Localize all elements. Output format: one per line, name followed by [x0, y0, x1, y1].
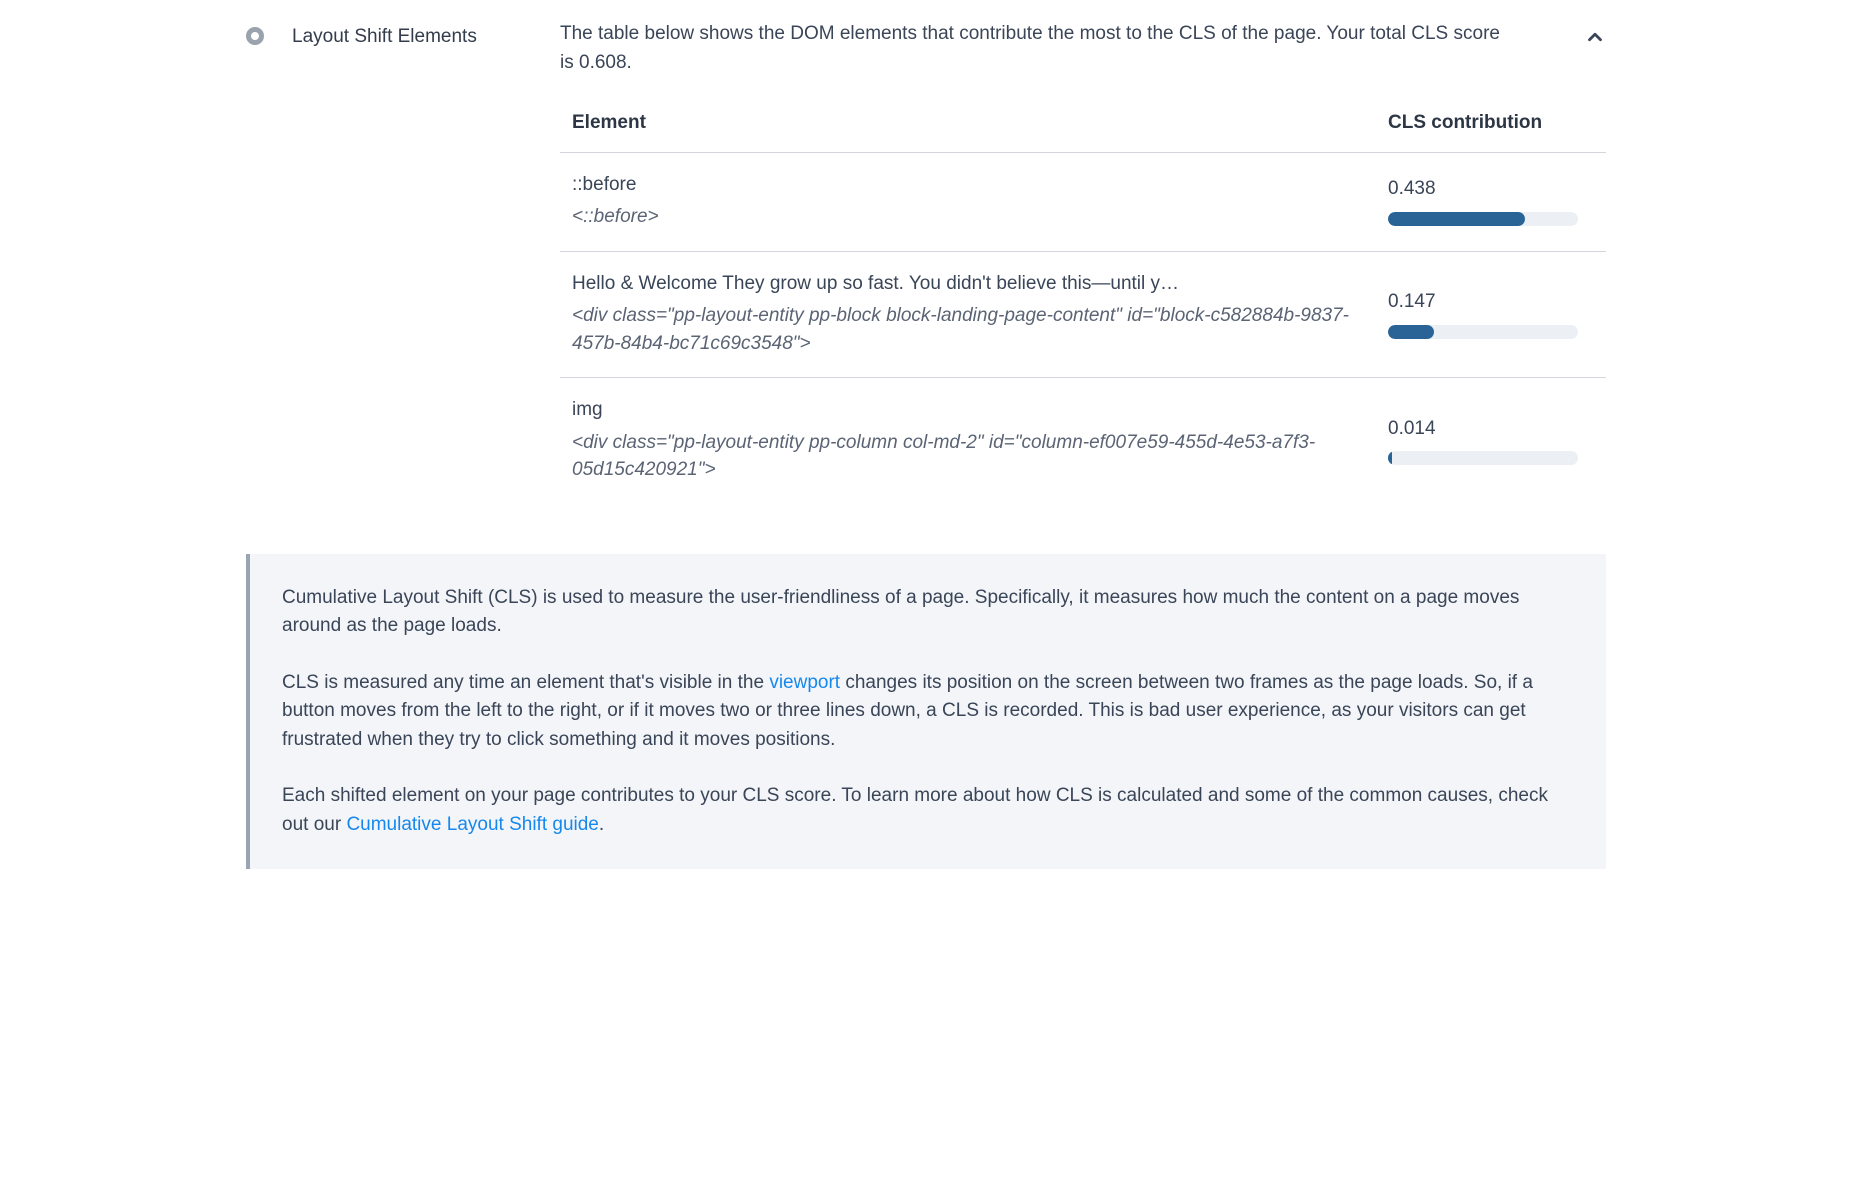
section-title: Layout Shift Elements — [292, 23, 532, 52]
cls-guide-link[interactable]: Cumulative Layout Shift guide — [346, 814, 598, 835]
element-cell: Hello & Welcome They grow up so fast. Yo… — [560, 251, 1376, 378]
element-html: <div class="pp-layout-entity pp-column c… — [572, 429, 1364, 484]
status-circle-icon — [246, 27, 264, 45]
info-p1: Cumulative Layout Shift (CLS) is used to… — [282, 584, 1578, 641]
cls-bar-fill — [1388, 325, 1434, 339]
cls-value: 0.014 — [1388, 415, 1594, 444]
table-row: ::before<::before> 0.438 — [560, 152, 1606, 251]
viewport-link[interactable]: viewport — [769, 672, 840, 693]
element-name: Hello & Welcome They grow up so fast. Yo… — [572, 270, 1364, 299]
element-name: img — [572, 396, 1364, 425]
cls-value: 0.438 — [1388, 175, 1594, 204]
table-row: img <div class="pp-layout-entity pp-colum… — [560, 378, 1606, 504]
section-description: The table below shows the DOM elements t… — [560, 20, 1510, 77]
element-name: ::before — [572, 171, 1364, 200]
col-header-element: Element — [560, 99, 1376, 152]
chevron-up-icon[interactable] — [1584, 26, 1606, 58]
cls-bar — [1388, 325, 1578, 339]
cls-bar — [1388, 451, 1578, 465]
element-cell: ::before<::before> — [560, 152, 1376, 251]
element-html: <::before> — [572, 203, 1364, 231]
cls-cell: 0.147 — [1376, 251, 1606, 378]
cls-value: 0.147 — [1388, 288, 1594, 317]
table-row: Hello & Welcome They grow up so fast. Yo… — [560, 251, 1606, 378]
cls-cell: 0.438 — [1376, 152, 1606, 251]
info-p2: CLS is measured any time an element that… — [282, 669, 1578, 755]
info-callout: Cumulative Layout Shift (CLS) is used to… — [246, 554, 1606, 870]
cls-bar-fill — [1388, 451, 1392, 465]
element-html: <div class="pp-layout-entity pp-block bl… — [572, 302, 1364, 357]
cls-bar-fill — [1388, 212, 1525, 226]
info-p3: Each shifted element on your page contri… — [282, 782, 1578, 839]
element-cell: img <div class="pp-layout-entity pp-colum… — [560, 378, 1376, 504]
cls-bar — [1388, 212, 1578, 226]
col-header-cls: CLS contribution — [1376, 99, 1606, 152]
cls-cell: 0.014 — [1376, 378, 1606, 504]
section-header-row: Layout Shift Elements The table below sh… — [246, 20, 1606, 504]
cls-table: Element CLS contribution ::before<::befo… — [560, 99, 1606, 504]
